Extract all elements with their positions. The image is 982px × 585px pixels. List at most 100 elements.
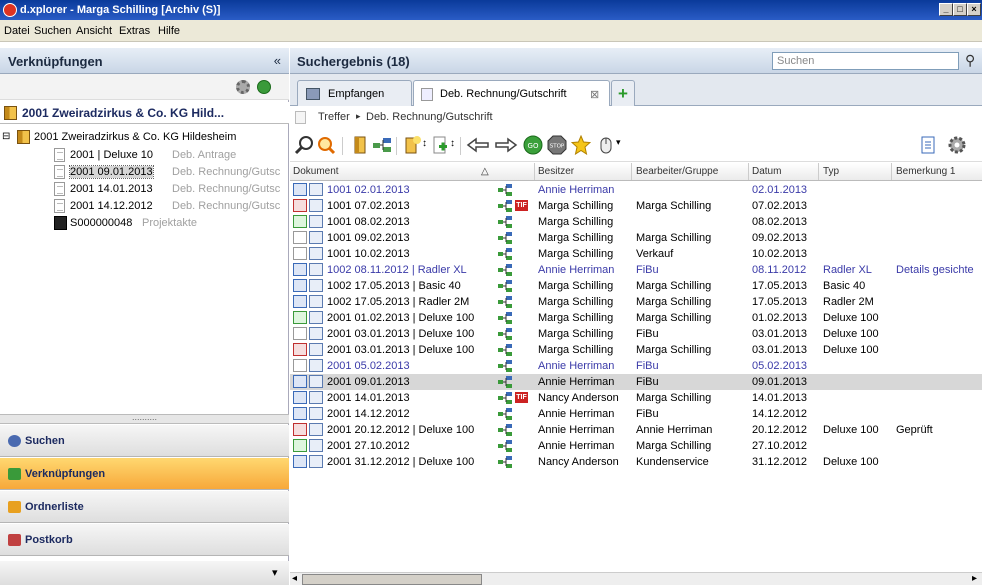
search-icon[interactable]: ⚲ — [965, 52, 975, 69]
link-icon[interactable] — [498, 296, 512, 308]
tab-close-icon[interactable]: ⊠ — [590, 88, 599, 101]
table-row[interactable]: 2001 14.01.2013 Nancy Anderson Marga Schil… — [290, 390, 982, 406]
column-header-datum[interactable]: Datum — [752, 166, 781, 177]
table-row[interactable]: 1001 10.02.2013 Marga Schilling Verkauf 10.… — [290, 246, 982, 262]
link-icon[interactable] — [498, 456, 512, 468]
book-icon[interactable] — [350, 135, 370, 155]
table-row[interactable]: 2001 01.02.2013 | Deluxe 100 Marga Schill… — [290, 310, 982, 326]
link-icon[interactable] — [498, 312, 512, 324]
table-row[interactable]: 2001 31.12.2012 | Deluxe 100 Nancy Anders… — [290, 454, 982, 470]
menu-extras[interactable]: Extras — [119, 25, 150, 37]
column-header-typ[interactable]: Typ — [823, 166, 839, 177]
tree-item[interactable]: S000000048 Projektakte — [0, 215, 289, 232]
link-icon[interactable] — [498, 216, 512, 228]
table-row[interactable]: 1001 09.02.2013 Marga Schilling Marga Schi… — [290, 230, 982, 246]
table-row[interactable]: 1001 02.01.2013 Annie Herriman 02.01.2013 — [290, 182, 982, 198]
link-icon[interactable] — [498, 328, 512, 340]
link-icon[interactable] — [498, 184, 512, 196]
cell-bearbeiter: FiBu — [636, 376, 659, 388]
tree-toggle-icon[interactable]: ⊟ — [2, 131, 10, 142]
tree-item[interactable]: 2001 09.01.2013 Deb. Rechnung/Gutsc — [0, 164, 289, 181]
scroll-left-icon[interactable]: ◂ — [292, 573, 297, 584]
link-icon[interactable] — [498, 440, 512, 452]
menu-datei[interactable]: Datei — [4, 25, 30, 37]
table-row[interactable]: 1002 08.11.2012 | Radler XL Annie Herrima… — [290, 262, 982, 278]
close-button[interactable]: × — [967, 3, 981, 16]
chevron-down-icon[interactable]: ▾ — [272, 566, 278, 579]
refresh-icon[interactable]: GO — [523, 135, 543, 155]
gear-icon[interactable] — [236, 80, 250, 94]
link-icon[interactable] — [498, 200, 512, 212]
scroll-thumb[interactable] — [302, 574, 482, 585]
column-header-bearbeiter[interactable]: Bearbeiter/Gruppe — [636, 166, 718, 177]
tree-item[interactable]: 2001 14.01.2013 Deb. Rechnung/Gutsc — [0, 181, 289, 198]
table-row[interactable]: 2001 05.02.2013 Annie Herriman FiBu 05.02.2… — [290, 358, 982, 374]
maximize-button[interactable]: □ — [953, 3, 967, 16]
tree-parent[interactable]: ⊟ 2001 Zweiradzirkus & Co. KG Hildesheim — [0, 129, 289, 146]
mouse-icon[interactable] — [596, 135, 616, 155]
link-icon[interactable] — [372, 135, 392, 155]
menu-suchen[interactable]: Suchen — [34, 25, 71, 37]
cell-besitzer: Annie Herriman — [538, 408, 615, 420]
link-icon[interactable] — [498, 280, 512, 292]
properties-icon[interactable] — [918, 135, 938, 155]
horizontal-scrollbar[interactable]: ◂ ▸ — [290, 572, 982, 585]
link-icon[interactable] — [498, 232, 512, 244]
nav-more[interactable]: ▾ — [0, 561, 289, 585]
table-row[interactable]: 2001 14.12.2012 Annie Herriman FiBu 14.12.2… — [290, 406, 982, 422]
link-icon[interactable] — [498, 376, 512, 388]
link-icon[interactable] — [498, 424, 512, 436]
menu-ansicht[interactable]: Ansicht — [76, 25, 112, 37]
search-extended-icon[interactable] — [316, 135, 336, 155]
scroll-right-icon[interactable]: ▸ — [972, 573, 977, 584]
link-icon[interactable] — [498, 344, 512, 356]
sort-indicator-icon[interactable]: △ — [481, 166, 489, 177]
window-title: d.xplorer - Marga Schilling [Archiv (S)] — [20, 4, 221, 16]
tab-add-button[interactable]: + — [611, 80, 635, 106]
menu-hilfe[interactable]: Hilfe — [158, 25, 180, 37]
tree-item[interactable]: 2001 14.12.2012 Deb. Rechnung/Gutsc — [0, 198, 289, 215]
cell-besitzer: Marga Schilling — [538, 328, 614, 340]
doc-new-icon[interactable] — [430, 135, 450, 155]
column-header-bemerkung[interactable]: Bemerkung 1 — [896, 166, 955, 177]
link-icon[interactable] — [498, 360, 512, 372]
nav-verknüpfungen[interactable]: Verknüpfungen — [0, 458, 289, 490]
search-icon[interactable] — [294, 135, 314, 155]
table-row[interactable]: 2001 03.01.2013 | Deluxe 100 Marga Schill… — [290, 342, 982, 358]
breadcrumb-item[interactable]: Treffer — [318, 111, 350, 123]
favorite-star-icon[interactable] — [571, 135, 591, 155]
link-icon[interactable] — [498, 408, 512, 420]
column-header-dokument[interactable]: Dokument — [293, 166, 339, 177]
link-icon[interactable] — [498, 248, 512, 260]
nav-suchen[interactable]: Suchen — [0, 425, 289, 457]
tab-deb-rechnung[interactable]: Deb. Rechnung/Gutschrift ⊠ — [413, 80, 610, 107]
stop-icon[interactable]: STOP — [547, 135, 567, 155]
link-root[interactable]: 2001 Zweiradzirkus & Co. KG Hild... — [0, 102, 289, 124]
book-new-icon[interactable] — [402, 135, 422, 155]
collapse-icon[interactable]: « — [274, 53, 281, 68]
tree-item[interactable]: 2001 | Deluxe 10 Deb. Antrage — [0, 147, 289, 164]
arrow-left-icon[interactable] — [466, 135, 490, 155]
table-row[interactable]: 2001 09.01.2013 Annie Herriman FiBu 09.01.2… — [290, 374, 982, 390]
table-row[interactable]: 2001 20.12.2012 | Deluxe 100 Annie Herrim… — [290, 422, 982, 438]
arrow-right-icon[interactable] — [494, 135, 518, 155]
panel-splitter[interactable]: .......... — [0, 413, 289, 424]
link-icon[interactable] — [498, 264, 512, 276]
table-row[interactable]: 2001 03.01.2013 | Deluxe 100 Marga Schill… — [290, 326, 982, 342]
link-icon[interactable] — [498, 392, 512, 404]
column-header-besitzer[interactable]: Besitzer — [538, 166, 574, 177]
tab-empfangen[interactable]: Empfangen — [297, 80, 412, 106]
refresh-icon[interactable] — [257, 80, 271, 94]
nav-ordnerliste[interactable]: Ordnerliste — [0, 491, 289, 523]
table-row[interactable]: 1001 08.02.2013 Marga Schilling 08.02.2013 — [290, 214, 982, 230]
search-input[interactable]: Suchen — [772, 52, 959, 70]
minimize-button[interactable]: _ — [939, 3, 953, 16]
table-row[interactable]: 1002 17.05.2013 | Radler 2M Marga Schilli… — [290, 294, 982, 310]
table-row[interactable]: 1002 17.05.2013 | Basic 40 Marga Schillin… — [290, 278, 982, 294]
gear-icon[interactable] — [947, 135, 967, 155]
breadcrumb-item[interactable]: Deb. Rechnung/Gutschrift — [366, 111, 493, 123]
table-row[interactable]: 2001 27.10.2012 Annie Herriman Marga Schil… — [290, 438, 982, 454]
table-row[interactable]: 1001 07.02.2013 Marga Schilling Marga Schi… — [290, 198, 982, 214]
nav-postkorb[interactable]: Postkorb — [0, 524, 289, 556]
document-type-icon — [293, 247, 307, 260]
